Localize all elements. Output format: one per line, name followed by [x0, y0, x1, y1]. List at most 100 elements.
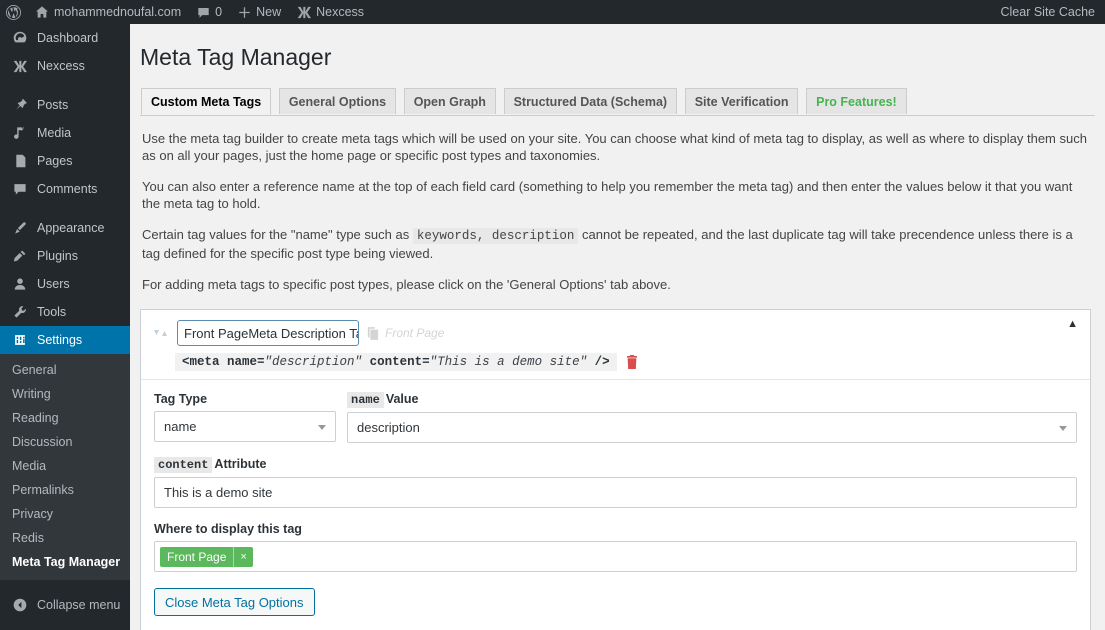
nexcess-icon — [10, 60, 30, 73]
close-meta-tag-options-button[interactable]: Close Meta Tag Options — [154, 588, 315, 616]
value-label: nameValue — [347, 392, 1077, 407]
clear-site-cache-label: Clear Site Cache — [1001, 5, 1096, 19]
submenu-item-privacy[interactable]: Privacy — [0, 502, 130, 526]
wordpress-icon — [6, 5, 21, 20]
settings-icon — [10, 333, 30, 347]
new-content-button[interactable]: New — [230, 0, 289, 24]
submenu-item-redis[interactable]: Redis — [0, 526, 130, 550]
tab-custom-meta-tags[interactable]: Custom Meta Tags — [141, 88, 271, 115]
intro-text: Use the meta tag builder to create meta … — [140, 130, 1095, 293]
brush-icon — [10, 221, 30, 235]
comment-bubble-icon — [197, 6, 210, 19]
media-icon — [10, 126, 30, 140]
sidebar-item-plugins[interactable]: Plugins — [0, 242, 130, 270]
tab-general-options[interactable]: General Options — [279, 88, 396, 114]
sidebar-item-pages[interactable]: Pages — [0, 147, 130, 175]
sidebar-item-nexcess[interactable]: Nexcess — [0, 52, 130, 80]
code-attr2-name: content= — [370, 355, 430, 369]
meta-tag-card-header: Front PageMeta Description Tag Front Pag… — [141, 310, 1090, 380]
meta-tag-code-preview: <meta name="description" content="This i… — [175, 353, 617, 371]
code-attr2-value: "This is a demo site" — [430, 355, 588, 369]
main-content: Meta Tag Manager Custom Meta Tags Genera… — [130, 24, 1105, 630]
tab-site-verification[interactable]: Site Verification — [685, 88, 799, 114]
tab-structured-data[interactable]: Structured Data (Schema) — [504, 88, 678, 114]
content-attribute-input[interactable]: This is a demo site — [154, 477, 1077, 508]
collapse-menu-label: Collapse menu — [37, 598, 120, 612]
attribute-label-text: Attribute — [214, 457, 266, 471]
value-select[interactable]: description — [347, 412, 1077, 443]
sidebar-item-media[interactable]: Media — [0, 119, 130, 147]
sidebar-item-label: Dashboard — [37, 24, 98, 52]
intro-paragraph-3: Certain tag values for the "name" type s… — [142, 226, 1093, 262]
sidebar-item-posts[interactable]: Posts — [0, 91, 130, 119]
submenu-item-meta-tag-manager[interactable]: Meta Tag Manager — [0, 550, 130, 574]
tag-type-label: Tag Type — [154, 392, 336, 406]
page-title: Meta Tag Manager — [140, 43, 1095, 72]
chip-remove-icon[interactable]: × — [233, 547, 252, 567]
new-label: New — [256, 5, 281, 19]
sidebar-item-label: Tools — [37, 298, 66, 326]
plus-icon — [238, 6, 251, 19]
sidebar-item-label: Plugins — [37, 242, 78, 270]
page-icon — [10, 154, 30, 168]
display-location-tagbox[interactable]: Front Page × — [154, 541, 1077, 572]
plug-icon — [10, 249, 30, 263]
collapse-card-toggle-icon[interactable]: ▲ — [1067, 319, 1078, 330]
admin-bar: mohammednoufal.com 0 New Nexcess Clear S… — [0, 0, 1105, 24]
sidebar-item-label: Appearance — [37, 214, 104, 242]
reference-name-input[interactable]: Front PageMeta Description Tag — [177, 320, 359, 346]
sidebar-separator — [0, 80, 130, 91]
submenu-item-discussion[interactable]: Discussion — [0, 430, 130, 454]
site-name-label: mohammednoufal.com — [54, 5, 181, 19]
clear-site-cache-button[interactable]: Clear Site Cache — [993, 0, 1105, 24]
meta-tag-card-body: Tag Type name nameValue description cont… — [141, 380, 1090, 588]
sidebar-item-label: Settings — [37, 326, 82, 354]
sidebar-item-settings[interactable]: Settings — [0, 326, 130, 354]
tab-pro-features[interactable]: Pro Features! — [806, 88, 907, 114]
pin-icon — [10, 98, 30, 112]
attribute-label-code: content — [154, 457, 212, 473]
copy-reference-badge[interactable]: Front Page — [367, 326, 444, 340]
reorder-handle-icon[interactable] — [153, 329, 169, 337]
intro-paragraph-4: For adding meta tags to specific post ty… — [142, 276, 1093, 293]
comments-count: 0 — [215, 5, 222, 19]
submenu-item-permalinks[interactable]: Permalinks — [0, 478, 130, 502]
sidebar-item-label: Media — [37, 119, 71, 147]
display-location-chip[interactable]: Front Page × — [160, 547, 253, 567]
submenu-item-general[interactable]: General — [0, 358, 130, 382]
attribute-label: contentAttribute — [154, 457, 1077, 472]
code-attr1-name: name= — [227, 355, 265, 369]
sidebar-item-appearance[interactable]: Appearance — [0, 214, 130, 242]
tab-open-graph[interactable]: Open Graph — [404, 88, 496, 114]
sidebar-item-label: Pages — [37, 147, 72, 175]
sidebar-item-label: Posts — [37, 91, 68, 119]
submenu-item-reading[interactable]: Reading — [0, 406, 130, 430]
tab-bar: Custom Meta Tags General Options Open Gr… — [140, 88, 1095, 116]
wp-logo-button[interactable] — [0, 0, 27, 24]
code-open-tag: <meta — [182, 355, 220, 369]
delete-meta-tag-icon[interactable] — [626, 355, 638, 369]
tag-type-value: name — [164, 419, 197, 434]
submenu-item-media[interactable]: Media — [0, 454, 130, 478]
submenu-item-writing[interactable]: Writing — [0, 382, 130, 406]
site-name-button[interactable]: mohammednoufal.com — [27, 0, 189, 24]
sidebar-separator — [0, 203, 130, 214]
value-label-code: name — [347, 392, 384, 408]
sidebar-item-tools[interactable]: Tools — [0, 298, 130, 326]
sidebar-item-users[interactable]: Users — [0, 270, 130, 298]
reference-name-text-after-cursor: Meta Description Tag — [248, 326, 359, 341]
intro-p3-code: keywords, description — [413, 228, 579, 244]
comments-button[interactable]: 0 — [189, 0, 230, 24]
nexcess-icon — [297, 6, 311, 19]
collapse-menu-button[interactable]: Collapse menu — [0, 590, 130, 620]
value-field-value: description — [357, 420, 420, 435]
home-icon — [35, 5, 49, 19]
nexcess-button[interactable]: Nexcess — [289, 0, 372, 24]
tag-type-select[interactable]: name — [154, 411, 336, 442]
copy-icon — [367, 327, 379, 340]
sidebar-item-comments[interactable]: Comments — [0, 175, 130, 203]
intro-paragraph-1: Use the meta tag builder to create meta … — [142, 130, 1093, 164]
admin-sidebar: Dashboard Nexcess Posts Media Pages Comm… — [0, 24, 130, 630]
sidebar-item-dashboard[interactable]: Dashboard — [0, 24, 130, 52]
chip-label: Front Page — [160, 547, 233, 567]
